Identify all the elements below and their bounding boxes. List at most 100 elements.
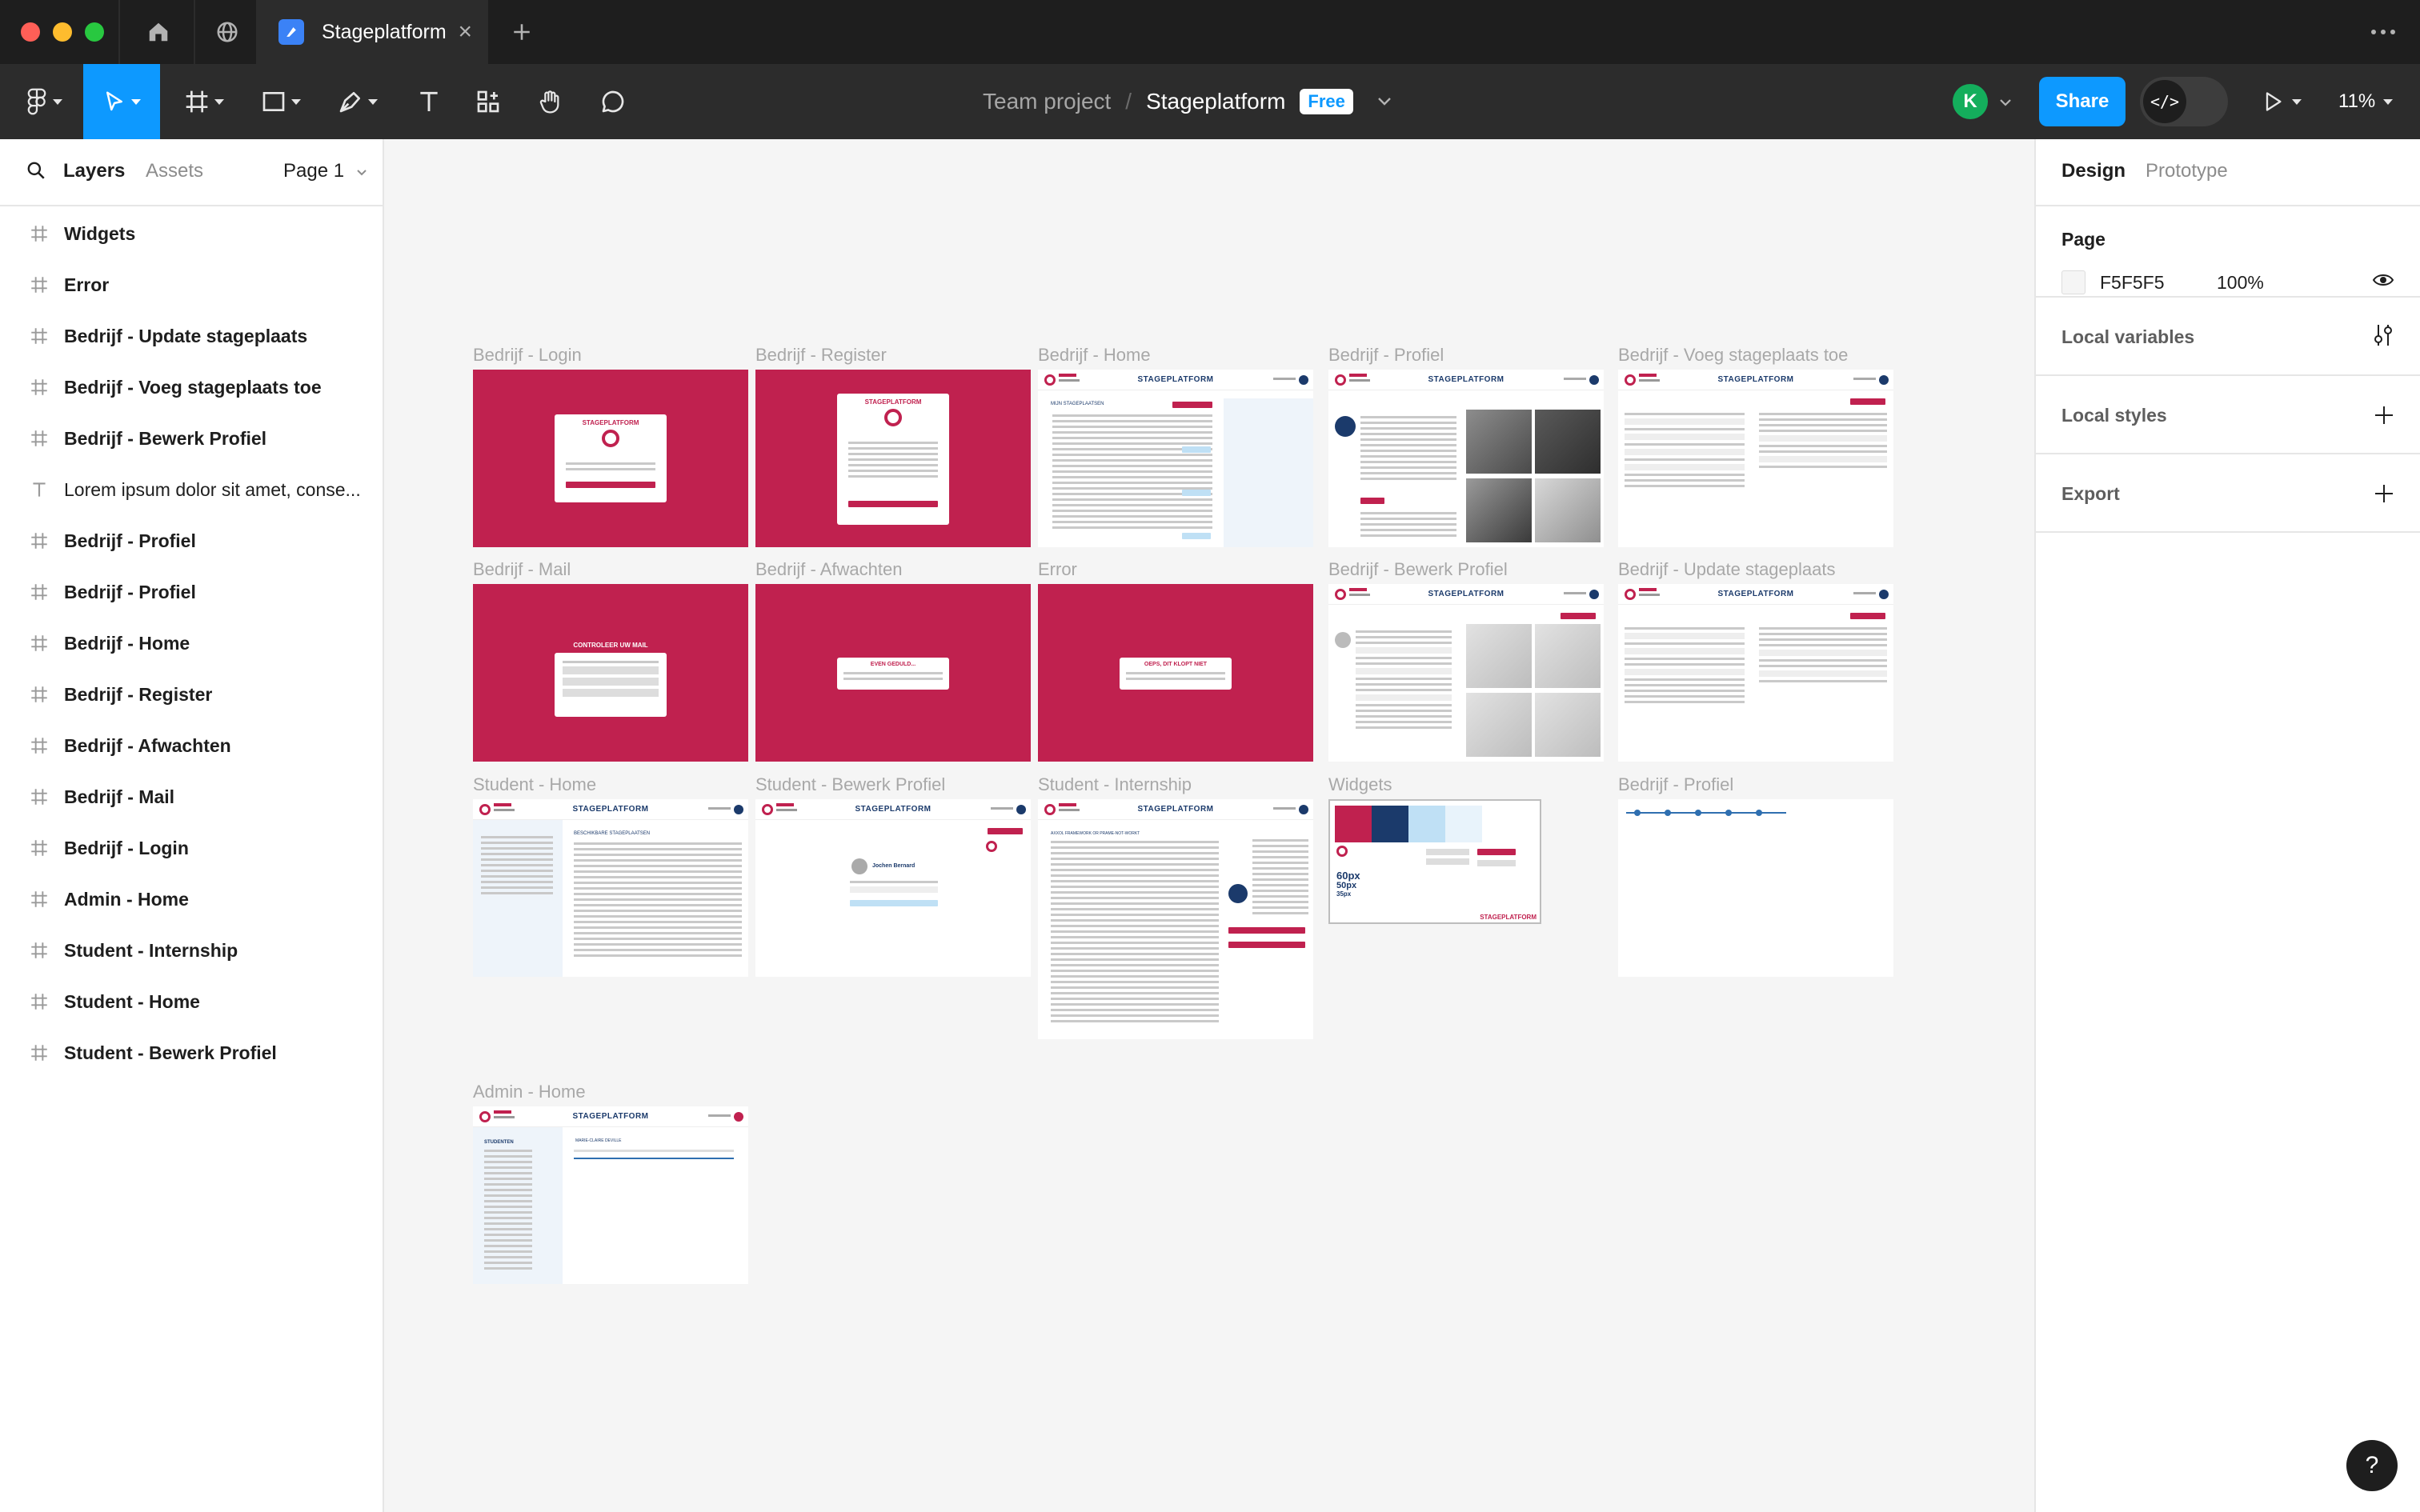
shape-tool-button[interactable] xyxy=(253,64,309,139)
maximize-window-button[interactable] xyxy=(85,22,104,42)
more-options-icon[interactable] xyxy=(2361,0,2406,64)
pen-tool-button[interactable] xyxy=(330,64,386,139)
new-tab-icon[interactable] xyxy=(499,0,544,64)
page-color-swatch[interactable] xyxy=(2061,270,2085,294)
local-variables-section[interactable]: Local variables xyxy=(2036,298,2420,376)
sliders-icon[interactable] xyxy=(2372,323,2394,351)
page-color-value[interactable]: F5F5F5 xyxy=(2100,272,2165,294)
frame-label[interactable]: Bedrijf - Voeg stageplaats toe xyxy=(1618,345,1848,366)
local-styles-section[interactable]: Local styles xyxy=(2036,376,2420,454)
frame-label[interactable]: Widgets xyxy=(1328,774,1392,795)
avatar-menu-chevron-icon[interactable] xyxy=(1999,96,2012,110)
resources-tool-button[interactable] xyxy=(464,64,512,139)
frame-bedrijf-profiel[interactable]: STAGEPLATFORM xyxy=(1328,370,1604,547)
layer-item[interactable]: Student - Internship xyxy=(0,925,383,976)
frame-bedrijf-home[interactable]: STAGEPLATFORM MIJN STAGEPLAATSEN xyxy=(1038,370,1313,547)
move-tool-button[interactable] xyxy=(83,64,160,139)
brand-text: STAGEPLATFORM xyxy=(572,1112,649,1121)
eye-icon[interactable] xyxy=(2372,272,2394,292)
export-section[interactable]: Export xyxy=(2036,454,2420,533)
layer-item[interactable]: Bedrijf - Afwachten xyxy=(0,720,383,771)
frame-admin-home[interactable]: STAGEPLATFORM STUDENTEN MARIE-CLAIRE DEV… xyxy=(473,1106,748,1284)
layer-item[interactable]: Bedrijf - Voeg stageplaats toe xyxy=(0,362,383,413)
properties-panel: Design Prototype Page F5F5F5 100% Local … xyxy=(2034,139,2420,1512)
section-heading: MIJN STAGEPLAATSEN xyxy=(1051,402,1104,406)
tab-design[interactable]: Design xyxy=(2061,160,2126,182)
frame-error[interactable]: OEPS, DIT KLOPT NIET xyxy=(1038,584,1313,762)
frame-label[interactable]: Bedrijf - Home xyxy=(1038,345,1151,366)
layer-item[interactable]: Student - Home xyxy=(0,976,383,1027)
zoom-menu[interactable]: 11% xyxy=(2338,64,2394,139)
frame-bedrijf-voeg-stageplaats-toe[interactable]: STAGEPLATFORM xyxy=(1618,370,1893,547)
frame-label[interactable]: Error xyxy=(1038,559,1077,580)
close-window-button[interactable] xyxy=(21,22,40,42)
frame-bedrijf-mail[interactable]: CONTROLEER UW MAIL xyxy=(473,584,748,762)
present-button[interactable] xyxy=(2262,64,2302,139)
frame-label[interactable]: Student - Home xyxy=(473,774,596,795)
frame-bedrijf-afwachten[interactable]: EVEN GEDULD... xyxy=(755,584,1031,762)
frame-bedrijf-update-stageplaats[interactable]: STAGEPLATFORM xyxy=(1618,584,1893,762)
layer-item[interactable]: Bedrijf - Bewerk Profiel xyxy=(0,413,383,464)
frame-label[interactable]: Bedrijf - Update stageplaats xyxy=(1618,559,1836,580)
team-link[interactable]: Team project xyxy=(983,89,1111,114)
frame-label[interactable]: Bedrijf - Profiel xyxy=(1328,345,1444,366)
frame-bedrijf-bewerk-profiel[interactable]: STAGEPLATFORM xyxy=(1328,584,1604,762)
layer-item[interactable]: Bedrijf - Mail xyxy=(0,771,383,822)
close-tab-icon[interactable]: × xyxy=(458,0,472,64)
layer-item[interactable]: Error xyxy=(0,259,383,310)
frame-student-home[interactable]: STAGEPLATFORM BESCHIKBARE STAGEPLAATSEN xyxy=(473,799,748,977)
frame-bedrijf-register[interactable]: STAGEPLATFORM xyxy=(755,370,1031,547)
share-button[interactable]: Share xyxy=(2039,77,2126,126)
plan-badge[interactable]: Free xyxy=(1300,89,1353,114)
frame-label[interactable]: Admin - Home xyxy=(473,1082,586,1102)
page-selector[interactable]: Page 1 xyxy=(283,160,367,182)
layer-item[interactable]: Admin - Home xyxy=(0,874,383,925)
frame-label[interactable]: Student - Bewerk Profiel xyxy=(755,774,945,795)
frame-label[interactable]: Bedrijf - Mail xyxy=(473,559,571,580)
search-icon[interactable] xyxy=(26,160,46,185)
text-icon xyxy=(29,479,50,500)
page-opacity-value[interactable]: 100% xyxy=(2217,272,2264,294)
chevron-down-icon[interactable] xyxy=(1377,97,1392,106)
globe-icon[interactable] xyxy=(205,0,250,64)
layer-item[interactable]: Student - Bewerk Profiel xyxy=(0,1027,383,1078)
layer-item[interactable]: Bedrijf - Profiel xyxy=(0,515,383,566)
frame-label[interactable]: Bedrijf - Bewerk Profiel xyxy=(1328,559,1508,580)
layer-item[interactable]: Bedrijf - Home xyxy=(0,618,383,669)
layer-item[interactable]: Bedrijf - Profiel xyxy=(0,566,383,618)
dev-mode-toggle[interactable]: </> xyxy=(2140,77,2228,126)
canvas[interactable]: Bedrijf - Login STAGEPLATFORM Bedrijf - … xyxy=(384,139,2034,1512)
minimize-window-button[interactable] xyxy=(53,22,72,42)
add-export-icon[interactable] xyxy=(2374,483,2394,508)
add-style-icon[interactable] xyxy=(2374,405,2394,430)
layer-item[interactable]: Lorem ipsum dolor sit amet, conse... xyxy=(0,464,383,515)
file-tab[interactable]: Stageplatform × xyxy=(256,0,488,64)
frame-student-internship[interactable]: STAGEPLATFORM AXXOL FRAMEWORK OR PRAME-N… xyxy=(1038,799,1313,1039)
frame-label[interactable]: Bedrijf - Login xyxy=(473,345,582,366)
tab-layers[interactable]: Layers xyxy=(63,160,125,182)
frame-widgets[interactable]: 60px 50px 35px STAGEPLATFORM xyxy=(1328,799,1541,924)
text-tool-button[interactable] xyxy=(405,64,453,139)
frame-label[interactable]: Bedrijf - Afwachten xyxy=(755,559,902,580)
hand-tool-button[interactable] xyxy=(527,64,575,139)
user-avatar[interactable]: K xyxy=(1953,84,1988,119)
layer-item[interactable]: Bedrijf - Update stageplaats xyxy=(0,310,383,362)
file-name[interactable]: Stageplatform xyxy=(1146,89,1285,114)
frame-label[interactable]: Bedrijf - Register xyxy=(755,345,887,366)
main-menu-button[interactable] xyxy=(16,64,72,139)
frame-bedrijf-profiel-2[interactable] xyxy=(1618,799,1893,977)
frame-label[interactable]: Bedrijf - Profiel xyxy=(1618,774,1733,795)
layer-name: Bedrijf - Register xyxy=(64,683,213,705)
frame-student-bewerk-profiel[interactable]: STAGEPLATFORM Jochen Bernard xyxy=(755,799,1031,977)
tab-assets[interactable]: Assets xyxy=(146,160,203,182)
layer-item[interactable]: Widgets xyxy=(0,208,383,259)
frame-label[interactable]: Student - Internship xyxy=(1038,774,1192,795)
home-icon[interactable] xyxy=(136,0,181,64)
layer-item[interactable]: Bedrijf - Login xyxy=(0,822,383,874)
comment-tool-button[interactable] xyxy=(589,64,637,139)
help-button[interactable]: ? xyxy=(2346,1440,2398,1491)
frame-bedrijf-login[interactable]: STAGEPLATFORM xyxy=(473,370,748,547)
tab-prototype[interactable]: Prototype xyxy=(2146,160,2228,182)
layer-item[interactable]: Bedrijf - Register xyxy=(0,669,383,720)
frame-tool-button[interactable] xyxy=(176,64,232,139)
